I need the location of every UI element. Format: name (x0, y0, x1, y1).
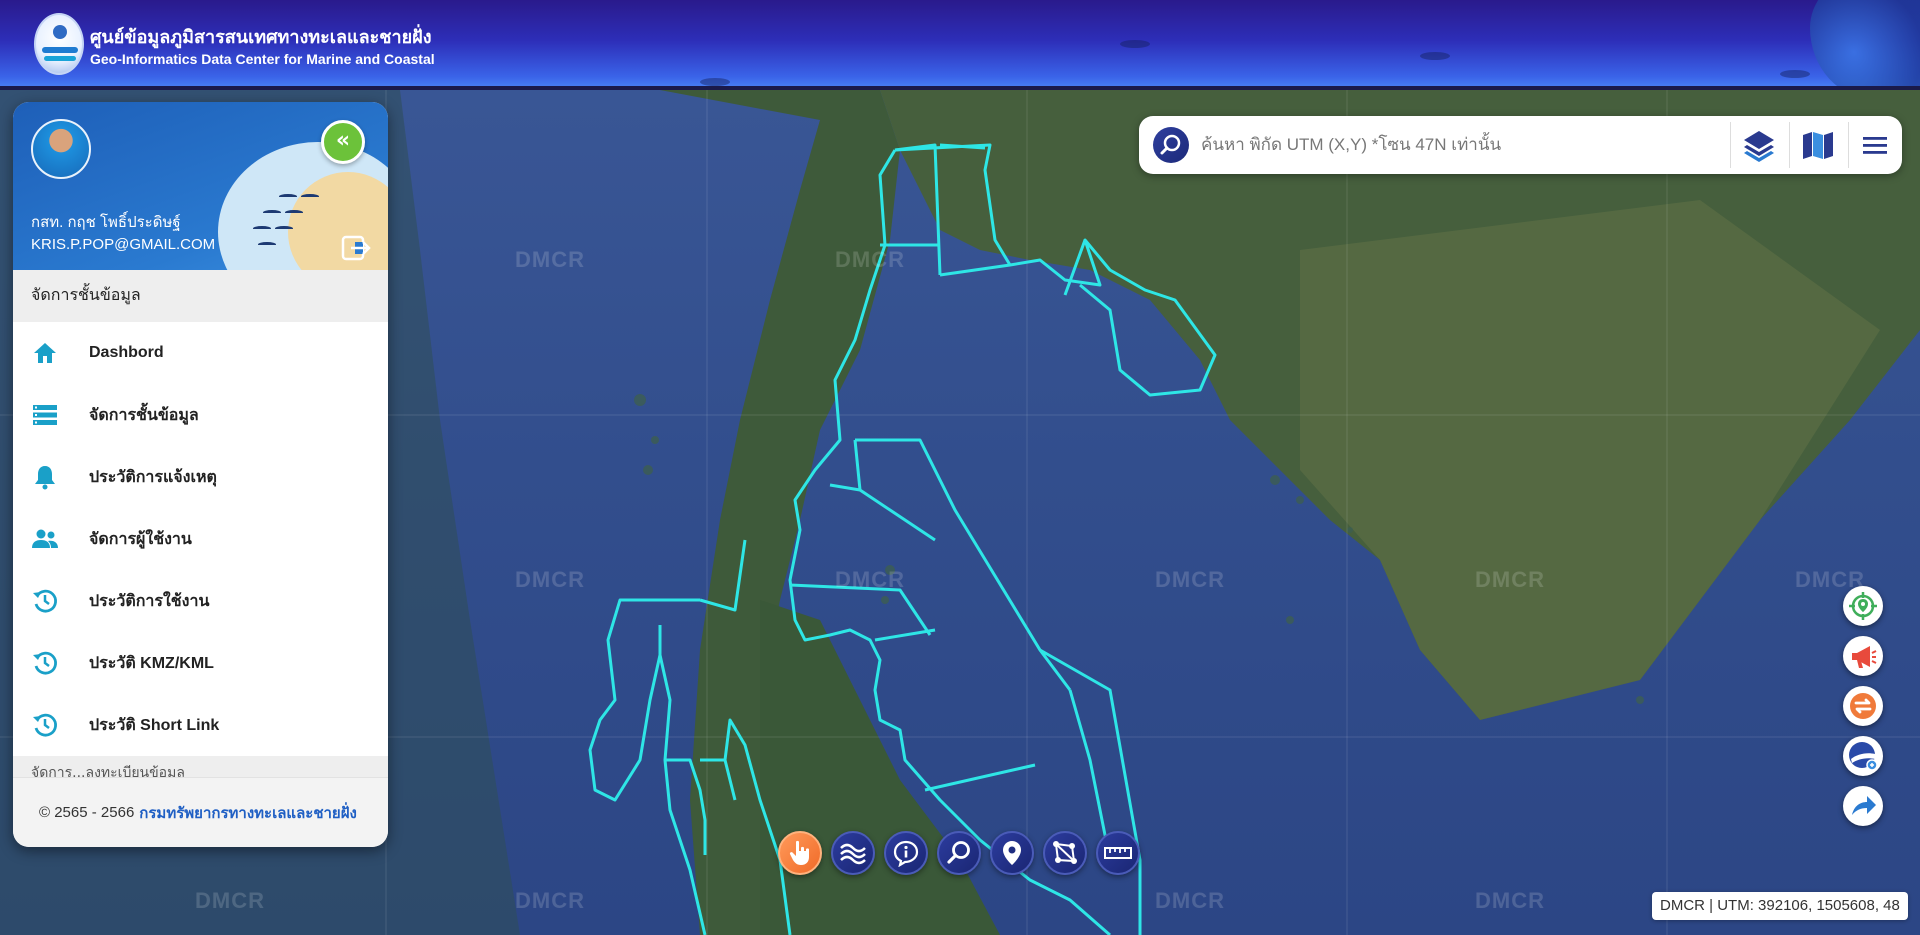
land-indochina-highlight (1300, 200, 1880, 720)
brand-title-en: Geo-Informatics Data Center for Marine a… (90, 51, 435, 67)
sidebar-item-label: จัดการชั้นข้อมูล (89, 406, 199, 424)
sidebar-item-label: ประวัติการใช้งาน (89, 592, 210, 610)
map-watermark: DMCR (195, 888, 265, 913)
land-peninsula (760, 600, 1000, 935)
sidebar-item-users[interactable]: จัดการผู้ใช้งาน (13, 508, 388, 570)
hamburger-icon (1863, 137, 1887, 154)
next-section-header: จัดการ...ลงทะเบียนข้อมูล (13, 756, 388, 778)
share-button[interactable] (1843, 786, 1883, 826)
swap-button[interactable] (1843, 686, 1883, 726)
tide-tool-button[interactable] (831, 831, 875, 875)
bell-icon (31, 463, 59, 491)
sidebar-item-label: จัดการผู้ใช้งาน (89, 530, 192, 548)
sidebar-item-kmz-history[interactable]: ประวัติ KMZ/KML (13, 632, 388, 694)
zoom-search-icon (947, 841, 970, 864)
dmcr-logo[interactable] (34, 13, 84, 75)
user-email: KRIS.P.POP@GMAIL.COM (31, 236, 216, 253)
basemap-button[interactable] (1796, 124, 1840, 166)
sidebar-item-label: ประวัติ Short Link (89, 716, 220, 734)
pointer-tool-button[interactable] (778, 831, 822, 875)
google-earth-button[interactable] (1843, 736, 1883, 776)
sidebar-item-label: ประวัติ KMZ/KML (89, 654, 214, 672)
swap-icon (1850, 693, 1876, 719)
logout-button[interactable] (341, 234, 373, 262)
sidebar: « กสท. กฤช โพธิ์ประดิษฐ์ KRIS.P.POP@GMAI… (13, 102, 388, 847)
locate-button[interactable] (1843, 586, 1883, 626)
pin-tool-button[interactable] (990, 831, 1034, 875)
header-decoration (1810, 0, 1920, 90)
user-name: กสท. กฤช โพธิ์ประดิษฐ์ (31, 214, 181, 231)
logout-icon (341, 235, 371, 261)
measure-tool-button[interactable] (1096, 831, 1140, 875)
users-icon (31, 525, 59, 553)
profile-card: « กสท. กฤช โพธิ์ประดิษฐ์ KRIS.P.POP@GMAI… (13, 102, 388, 270)
search-button[interactable] (1153, 127, 1189, 163)
map-watermark: DMCR (1475, 567, 1545, 592)
coordinate-readout: DMCR | UTM: 392106, 1505608, 48 (1652, 892, 1908, 920)
brand-title-th: ศูนย์ข้อมูลภูมิสารสนเทศทางทะเลและชายฝั่ง (90, 27, 432, 47)
sidebar-item-dashboard[interactable]: Dashbord (13, 322, 388, 384)
sidebar-item-usage-history[interactable]: ประวัติการใช้งาน (13, 570, 388, 632)
divider (1730, 122, 1731, 168)
polygon-tool-button[interactable] (1043, 831, 1087, 875)
map-watermark: DMCR (1155, 567, 1225, 592)
fish-decoration (700, 78, 730, 86)
history-icon (31, 649, 59, 677)
layers-list-icon (31, 401, 59, 429)
map-icon (1803, 132, 1833, 159)
ruler-icon (1104, 847, 1132, 859)
boundary-andaman (588, 598, 700, 802)
map-watermark: DMCR (515, 247, 585, 272)
fish-decoration (1120, 40, 1150, 48)
fish-decoration (1780, 70, 1810, 78)
search-input[interactable] (1201, 128, 1761, 162)
map-watermark: DMCR (515, 567, 585, 592)
share-icon (1852, 796, 1876, 815)
map-watermark: DMCR (835, 567, 905, 592)
layers-icon (1744, 131, 1774, 162)
layers-button[interactable] (1737, 124, 1781, 166)
info-tool-button[interactable] (884, 831, 928, 875)
avatar[interactable] (31, 119, 91, 179)
map-watermark: DMCR (1155, 888, 1225, 913)
pin-icon (1003, 841, 1021, 865)
header-strip (0, 86, 1920, 90)
section-header: จัดการชั้นข้อมูล (13, 270, 388, 322)
info-icon (893, 840, 919, 867)
search-icon (1160, 134, 1181, 155)
fish-decoration (1420, 52, 1450, 60)
map-watermark: DMCR (835, 247, 905, 272)
collapse-sidebar-button[interactable]: « (321, 120, 365, 164)
search-bar (1139, 116, 1902, 174)
megaphone-icon (1852, 646, 1877, 668)
sidebar-menu: Dashbord จัดการชั้นข้อมูล ประวัติการแจ้ง… (13, 322, 388, 756)
google-earth-icon (1849, 742, 1878, 771)
hand-pointer-icon (789, 840, 809, 865)
tide-icon (840, 843, 866, 865)
map-watermark: DMCR (1475, 888, 1545, 913)
history-icon (31, 587, 59, 615)
org-link[interactable]: กรมทรัพยากรทางทะเลและชายฝั่ง (139, 801, 357, 825)
report-incident-button[interactable] (1843, 636, 1883, 676)
sidebar-item-incidents[interactable]: ประวัติการแจ้งเหตุ (13, 446, 388, 508)
app-header: ศูนย์ข้อมูลภูมิสารสนเทศทางทะเลและชายฝั่ง… (0, 0, 1920, 90)
locate-icon (1849, 592, 1877, 620)
map-watermark: DMCR (515, 888, 585, 913)
history-icon (31, 711, 59, 739)
search-tool-button[interactable] (937, 831, 981, 875)
polygon-icon (1053, 841, 1077, 864)
sidebar-item-shortlink-history[interactable]: ประวัติ Short Link (13, 694, 388, 756)
sidebar-item-label: Dashbord (89, 344, 164, 361)
copyright-text: © 2565 - 2566 (39, 804, 135, 821)
sidebar-item-label: ประวัติการแจ้งเหตุ (89, 468, 217, 486)
double-chevron-left-icon: « (335, 128, 351, 153)
divider (1848, 122, 1849, 168)
sidebar-footer: © 2565 - 2566 กรมทรัพยากรทางทะเลและชายฝั… (13, 777, 388, 847)
divider (1789, 122, 1790, 168)
sidebar-item-layers[interactable]: จัดการชั้นข้อมูล (13, 384, 388, 446)
home-icon (31, 339, 59, 367)
menu-button[interactable] (1853, 124, 1897, 166)
